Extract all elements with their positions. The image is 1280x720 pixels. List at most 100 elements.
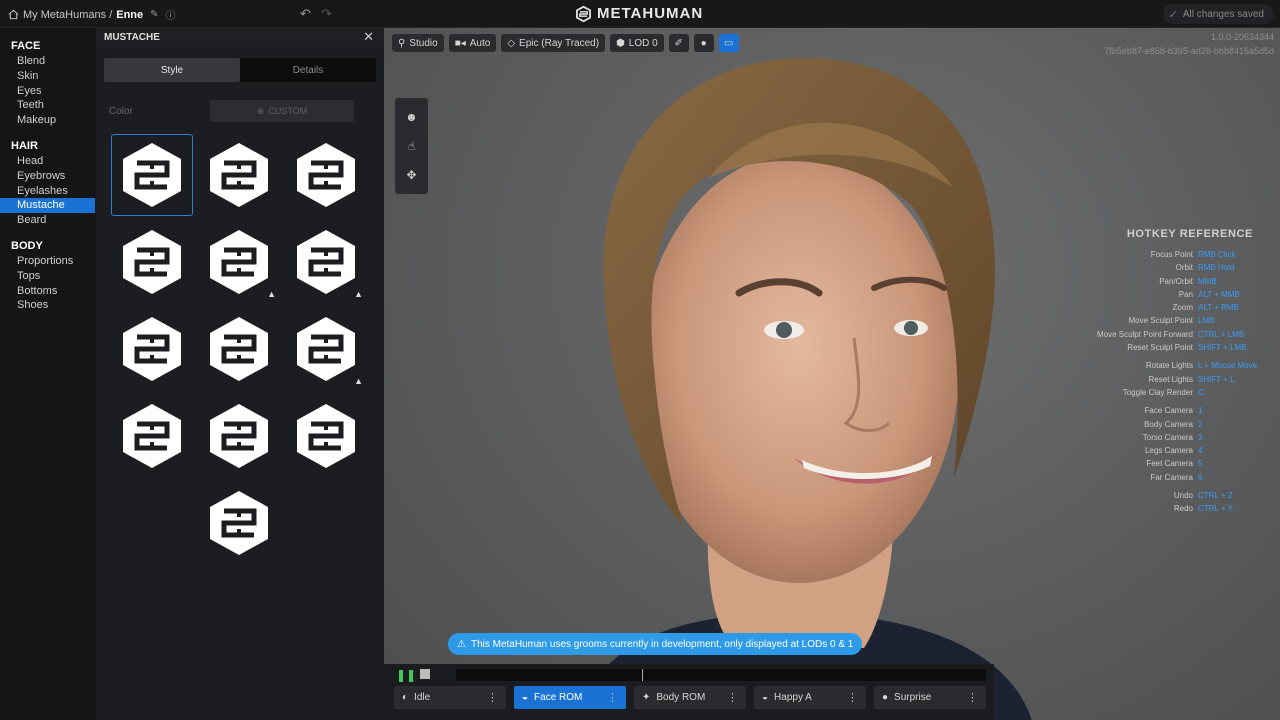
mustache-style-tile[interactable]: [285, 395, 367, 477]
tab-style[interactable]: Style: [104, 58, 240, 82]
home-icon[interactable]: [8, 9, 19, 20]
groom-style-icon: [123, 143, 181, 207]
nav-item-eyebrows[interactable]: Eyebrows: [0, 169, 96, 184]
lighting-label: Studio: [409, 37, 438, 49]
nav-item-proportions[interactable]: Proportions: [0, 254, 96, 269]
hotkey-action: Body Camera: [1144, 419, 1193, 429]
more-options-icon[interactable]: ⋮: [727, 691, 738, 704]
breadcrumb-root[interactable]: My MetaHumans /: [23, 9, 112, 21]
pause-icon[interactable]: ❚❚: [396, 668, 416, 682]
animation-face-rom[interactable]: ◒ Face ROM ⋮: [514, 686, 626, 709]
close-icon[interactable]: ✕: [363, 29, 374, 45]
animation-surprise[interactable]: ● Surprise ⋮: [874, 686, 986, 709]
character-render: [576, 58, 1032, 720]
animation-label: Idle: [414, 692, 431, 703]
nav-item-tops[interactable]: Tops: [0, 269, 96, 284]
mustache-style-tile[interactable]: [198, 308, 280, 390]
banner-text: This MetaHuman uses grooms currently in …: [470, 638, 854, 650]
hotkey-row: Torso Camera 3: [1084, 431, 1274, 444]
hotkey-action: Move Sculpt Point: [1128, 316, 1193, 326]
mustache-panel: MUSTACHE ✕ Style Details Color ⊕ CUSTOM …: [96, 28, 384, 720]
mustache-style-tile[interactable]: ▲: [285, 221, 367, 303]
more-options-icon[interactable]: ⋮: [847, 691, 858, 704]
nav-item-blend[interactable]: Blend: [0, 54, 96, 69]
more-options-icon[interactable]: ⋮: [967, 691, 978, 704]
hotkey-binding: L + Mouse Move: [1198, 361, 1258, 371]
stop-icon[interactable]: [420, 669, 430, 679]
mustache-style-tile[interactable]: ▲: [285, 308, 367, 390]
mustache-style-tile[interactable]: [111, 308, 193, 390]
mustache-style-tile[interactable]: [111, 395, 193, 477]
mustache-style-tile[interactable]: [198, 134, 280, 216]
mustache-style-tile[interactable]: [285, 134, 367, 216]
hotkey-binding: RMB Hold: [1198, 263, 1235, 273]
mustache-style-tile[interactable]: ▲: [198, 221, 280, 303]
hotkey-binding: 4: [1198, 446, 1203, 456]
hotkey-action: Reset Lights: [1148, 374, 1193, 384]
info-icon[interactable]: ⓘ: [166, 7, 176, 22]
mustache-style-tile[interactable]: [198, 395, 280, 477]
logo-text: METAHUMAN: [597, 5, 704, 22]
animation-body-rom[interactable]: ✦ Body ROM ⋮: [634, 686, 746, 709]
timeline-track[interactable]: [456, 669, 986, 681]
nav-item-head[interactable]: Head: [0, 154, 96, 169]
hotkey-binding: SHIFT + L: [1198, 374, 1235, 384]
groom-style-icon: [123, 317, 181, 381]
nav-item-mustache[interactable]: Mustache: [0, 198, 95, 214]
metahuman-name: Enne: [116, 8, 144, 21]
playhead[interactable]: [642, 669, 643, 681]
hotkey-action: Toggle Clay Render: [1122, 387, 1193, 397]
animation-label: Happy A: [774, 692, 812, 703]
sculpt-icon[interactable]: ☝: [408, 139, 415, 153]
hotkey-row: Undo CTRL + Z: [1084, 489, 1274, 502]
nav-item-makeup[interactable]: Makeup: [0, 113, 96, 128]
groom-style-icon: [210, 404, 268, 468]
nav-group-hair: HAIR: [11, 139, 38, 152]
body-icon: ✦: [642, 692, 651, 703]
hotkey-binding: ALT + RMB: [1198, 303, 1239, 313]
redo-icon[interactable]: ↷: [321, 6, 332, 22]
hotkey-row: Move Sculpt Point Forward CTRL + LMB: [1084, 328, 1274, 341]
nav-item-skin[interactable]: Skin: [0, 69, 96, 84]
mustache-style-tile[interactable]: [111, 221, 193, 303]
hotkey-row: Far Camera 6: [1084, 471, 1274, 484]
hotkey-binding: MMB: [1198, 276, 1217, 286]
hotkey-row: Feet Camera 5: [1084, 457, 1274, 470]
hotkey-action: Zoom: [1172, 303, 1193, 313]
hotkey-row: Orbit RMB Hold: [1084, 261, 1274, 274]
face-select-icon[interactable]: ☻: [405, 110, 418, 124]
video-camera-icon: ■◂: [454, 37, 466, 49]
nav-item-beard[interactable]: Beard: [0, 213, 96, 228]
groom-style-icon: [123, 404, 181, 468]
camera-button[interactable]: ■◂ Auto: [448, 34, 497, 52]
mustache-style-tile[interactable]: [198, 482, 280, 564]
hotkey-row: Reset Lights SHIFT + L: [1084, 373, 1274, 386]
undo-icon[interactable]: ↶: [300, 6, 311, 22]
nav-item-eyes[interactable]: Eyes: [0, 84, 96, 99]
diamond-icon: ◇: [507, 37, 516, 49]
mustache-style-tile[interactable]: [111, 134, 193, 216]
nav-group-face: FACE: [11, 40, 41, 52]
save-status-text: All changes saved: [1182, 8, 1264, 20]
edit-icon[interactable]: ✎: [150, 9, 158, 20]
hotkey-action: Pan/Orbit: [1159, 276, 1193, 286]
groom-style-icon: [297, 317, 355, 381]
version-info: 1.0.0-20534344 7fb5eb87-e858-b395-ad28-b…: [1104, 30, 1274, 58]
lighting-button[interactable]: ⚲ Studio: [392, 34, 444, 52]
nav-item-shoes[interactable]: Shoes: [0, 298, 96, 313]
nav-item-bottoms[interactable]: Bottoms: [0, 284, 96, 299]
more-options-icon[interactable]: ⋮: [487, 691, 498, 704]
viewport[interactable]: ⚲ Studio ■◂ Auto ◇ Epic (Ray Traced) ⬢ LOD 0…: [384, 28, 1280, 720]
animation-happy-a[interactable]: ◒ Happy A ⋮: [754, 686, 866, 709]
tab-details[interactable]: Details: [240, 58, 376, 82]
nav-item-teeth[interactable]: Teeth: [0, 98, 96, 113]
custom-color-button[interactable]: ⊕ CUSTOM: [210, 100, 354, 122]
move-icon[interactable]: ✥: [406, 168, 416, 182]
hotkey-action: Face Camera: [1144, 406, 1193, 416]
more-options-icon[interactable]: ⋮: [607, 691, 618, 704]
timeline: ❚❚: [384, 664, 994, 686]
hotkey-action: Pan: [1178, 289, 1193, 299]
nav-item-eyelashes[interactable]: Eyelashes: [0, 184, 96, 199]
metahuman-logo-icon: [576, 5, 591, 22]
animation-idle[interactable]: ◐ Idle ⋮: [394, 686, 506, 709]
